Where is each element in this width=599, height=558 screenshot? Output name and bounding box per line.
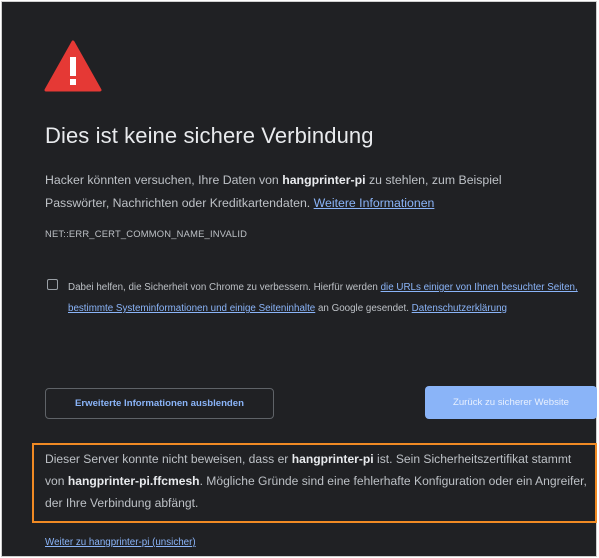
- page-title: Dies ist keine sichere Verbindung: [45, 123, 374, 148]
- improve-security-label: Dabei helfen, die Sicherheit von Chrome …: [68, 277, 588, 319]
- optin-text: Dabei helfen, die Sicherheit von Chrome …: [68, 282, 381, 293]
- host-name: hangprinter-pi: [282, 173, 366, 187]
- improve-security-checkbox[interactable]: [47, 279, 58, 290]
- error-code: NET::ERR_CERT_COMMON_NAME_INVALID: [45, 228, 248, 239]
- interstitial-page: Dies ist keine sichere Verbindung Hacker…: [1, 1, 597, 557]
- details-message: Dieser Server konnte nicht beweisen, das…: [45, 448, 593, 514]
- learn-more-link[interactable]: Weitere Informationen: [314, 196, 435, 210]
- privacy-policy-link[interactable]: Datenschutzerklärung: [412, 303, 507, 314]
- hide-advanced-button[interactable]: Erweiterte Informationen ausblenden: [45, 388, 274, 419]
- back-to-safety-button[interactable]: Zurück zu sicherer Website: [425, 386, 597, 419]
- details-text: Dieser Server konnte nicht beweisen, das…: [45, 452, 292, 466]
- details-host-name: hangprinter-pi: [291, 452, 374, 466]
- main-message: Hacker könnten versuchen, Ihre Daten von…: [45, 169, 565, 215]
- cert-host-name: hangprinter-pi.ffcmesh: [67, 474, 200, 488]
- main-message-text: Hacker könnten versuchen, Ihre Daten von: [45, 173, 283, 187]
- warning-triangle-icon: [44, 40, 102, 92]
- optin-text-2: an Google gesendet.: [315, 303, 412, 314]
- proceed-unsafe-link[interactable]: Weiter zu hangprinter-pi (unsicher): [45, 537, 196, 548]
